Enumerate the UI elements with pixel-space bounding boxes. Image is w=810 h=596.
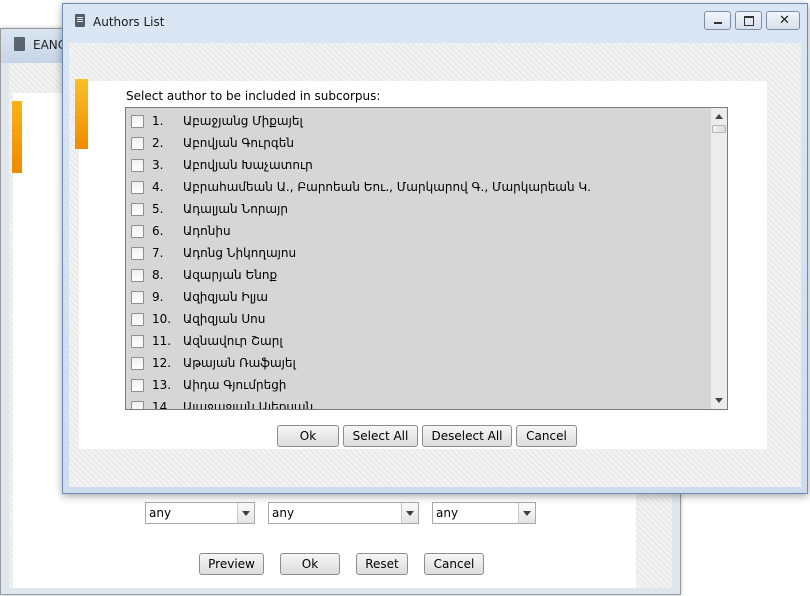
author-number: 3. (152, 158, 164, 172)
minimize-button[interactable] (704, 11, 731, 30)
author-checkbox[interactable] (131, 115, 144, 128)
author-checkbox[interactable] (131, 181, 144, 194)
author-number: 13. (152, 378, 172, 392)
document-icon (75, 14, 85, 27)
author-checkbox[interactable] (131, 159, 144, 172)
scroll-up-icon[interactable] (711, 108, 727, 125)
author-number: 5. (152, 202, 164, 216)
author-name: Ալաջաջյան Ալեքսան (183, 400, 314, 410)
author-row[interactable]: 8. Ազարյան Ենոք (126, 265, 711, 287)
author-row[interactable]: 6. Ադոնիս (126, 221, 711, 243)
filter-select-3-value: any (436, 506, 459, 520)
close-button[interactable]: ✕ (766, 11, 800, 30)
author-number: 7. (152, 246, 164, 260)
listbox-scrollbar[interactable] (710, 108, 727, 409)
filter-select-2-value: any (272, 506, 295, 520)
ok-button[interactable]: Ok (277, 425, 339, 447)
authors-listbox[interactable]: 1. Աբաջյանց Միքայել 2. Աբովյան Գուրգեն 3. Աբո… (125, 107, 728, 410)
close-icon: ✕ (779, 13, 790, 28)
authors-list-dialog: Authors List ✕ Select author to be inclu… (62, 3, 808, 494)
filter-select-2[interactable]: any (268, 502, 419, 524)
author-number: 14. (152, 400, 172, 410)
author-checkbox[interactable] (131, 203, 144, 216)
author-name: Ադոնիս (183, 224, 231, 238)
author-number: 9. (152, 290, 164, 304)
preview-button[interactable]: Preview (199, 553, 264, 575)
scrollbar-thumb[interactable] (712, 125, 726, 133)
author-number: 1. (152, 114, 164, 128)
author-name: Աբովյան Խաչատուր (183, 158, 313, 172)
author-name: Ադոնց Նիկողայոս (183, 246, 297, 260)
chevron-down-icon[interactable] (237, 503, 254, 523)
accent-strip (12, 101, 22, 173)
author-row[interactable]: 1. Աբաջյանց Միքայել (126, 111, 711, 133)
author-checkbox[interactable] (131, 335, 144, 348)
chevron-down-icon[interactable] (518, 503, 535, 523)
accent-strip (75, 79, 88, 149)
author-name: Ազիզյան Իլյա (183, 290, 268, 304)
author-checkbox[interactable] (131, 379, 144, 392)
author-row[interactable]: 13. Աիդա Գյումրեցի (126, 375, 711, 397)
filter-select-3[interactable]: any (432, 502, 536, 524)
author-name: Աբաջյանց Միքայել (183, 114, 303, 128)
cancel-button[interactable]: Cancel (516, 425, 577, 447)
author-checkbox[interactable] (131, 137, 144, 150)
filter-select-1-value: any (149, 506, 172, 520)
author-row[interactable]: 9. Ազիզյան Իլյա (126, 287, 711, 309)
document-icon (14, 37, 25, 51)
author-checkbox[interactable] (131, 313, 144, 326)
scroll-down-icon[interactable] (711, 392, 727, 409)
author-number: 8. (152, 268, 164, 282)
author-name: Աիդա Գյումրեցի (183, 378, 287, 392)
filter-select-1[interactable]: any (145, 502, 255, 524)
background-ok-button[interactable]: Ok (280, 553, 340, 575)
maximize-button[interactable] (735, 11, 762, 30)
reset-button[interactable]: Reset (356, 553, 408, 575)
author-row[interactable]: 11. Ազնավուր Շարլ (126, 331, 711, 353)
author-checkbox[interactable] (131, 291, 144, 304)
author-checkbox[interactable] (131, 401, 144, 409)
background-cancel-button[interactable]: Cancel (424, 553, 484, 575)
deselect-all-button[interactable]: Deselect All (422, 425, 512, 447)
select-all-button[interactable]: Select All (343, 425, 418, 447)
author-checkbox[interactable] (131, 247, 144, 260)
author-row[interactable]: 10. Ազիզյան Սոս (126, 309, 711, 331)
author-row[interactable]: 12. Աթայան Ռաֆայել (126, 353, 711, 375)
author-name: Աբրահամեան Ա., Բարոեան Եու., Մարկարով Գ.… (183, 180, 591, 194)
author-row[interactable]: 4. Աբրահամեան Ա., Բարոեան Եու., Մարկարով … (126, 177, 711, 199)
author-name: Ազիզյան Սոս (183, 312, 266, 326)
dialog-title: Authors List (93, 15, 165, 29)
author-number: 12. (152, 356, 172, 370)
author-checkbox[interactable] (131, 269, 144, 282)
author-number: 6. (152, 224, 164, 238)
author-name: Ազարյան Ենոք (183, 268, 278, 282)
author-checkbox[interactable] (131, 225, 144, 238)
author-name: Աբովյան Գուրգեն (183, 136, 294, 150)
author-number: 2. (152, 136, 164, 150)
author-row[interactable]: 2. Աբովյան Գուրգեն (126, 133, 711, 155)
author-checkbox[interactable] (131, 357, 144, 370)
minimize-icon (714, 22, 722, 24)
dialog-titlebar[interactable]: Authors List ✕ (63, 4, 807, 38)
author-row[interactable]: 5. Ադալյան Նորայր (126, 199, 711, 221)
author-row[interactable]: 14. Ալաջաջյան Ալեքսան (126, 397, 711, 410)
author-row[interactable]: 7. Ադոնց Նիկողայոս (126, 243, 711, 265)
author-number: 4. (152, 180, 164, 194)
maximize-icon (744, 16, 754, 26)
author-name: Ազնավուր Շարլ (183, 334, 283, 348)
author-number: 10. (152, 312, 172, 326)
chevron-down-icon[interactable] (401, 503, 418, 523)
author-row[interactable]: 3. Աբովյան Խաչատուր (126, 155, 711, 177)
author-name: Ադալյան Նորայր (183, 202, 288, 216)
select-author-prompt: Select author to be included in subcorpu… (126, 89, 381, 103)
author-number: 11. (152, 334, 172, 348)
author-name: Աթայան Ռաֆայել (183, 356, 296, 370)
